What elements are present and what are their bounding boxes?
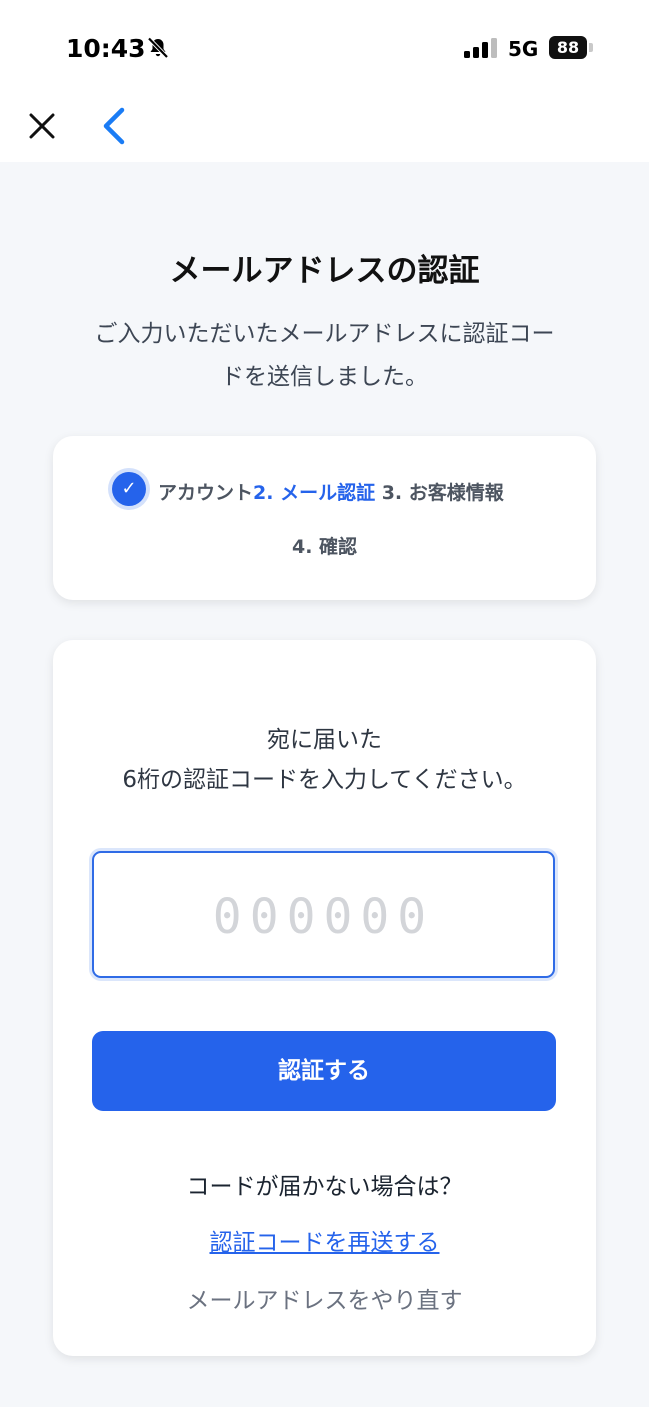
battery-tip: [589, 43, 593, 52]
resend-code-link[interactable]: 認証コードを再送する: [53, 1223, 596, 1257]
steps-row: アカウント2. メール認証 3. お客様情報: [158, 478, 504, 505]
instruction-line-2: 6桁の認証コードを入力してください。: [122, 767, 527, 793]
subtitle-line-1: ご入力いただいたメールアドレスに認証コー: [94, 321, 555, 347]
verify-button[interactable]: 認証する: [92, 1031, 556, 1111]
page-title: メールアドレスの認証: [169, 253, 480, 289]
bell-slash-icon: [146, 36, 170, 64]
nav-bar: [0, 92, 649, 162]
verification-code-input[interactable]: 000000: [92, 851, 555, 978]
status-bar: 10:43 5G 88: [0, 0, 649, 92]
status-time: 10:43: [66, 34, 146, 63]
subtitle-line-2: ドを送信しました。: [221, 364, 428, 390]
step-confirm: 4. 確認: [291, 536, 358, 558]
signal-icon: [464, 38, 498, 62]
verification-card: 宛に届いた 6桁の認証コードを入力してください。 000000 認証する コード…: [53, 640, 596, 1356]
no-code-text: コードが届かない場合は？: [186, 1174, 463, 1200]
check-icon: ✓: [112, 472, 146, 506]
instructions: 宛に届いた 6桁の認証コードを入力してください。: [53, 720, 596, 800]
instruction-line-1: 宛に届いた: [267, 727, 382, 753]
close-button[interactable]: [26, 110, 58, 142]
chevron-left-icon: [103, 107, 125, 145]
page-subtitle: ご入力いただいたメールアドレスに認証コー ドを送信しました。: [50, 313, 599, 399]
code-placeholder: 000000: [212, 889, 435, 945]
step-customer-info: 3. お客様情報: [381, 482, 504, 504]
battery-icon: 88: [549, 36, 587, 59]
step-account: アカウント: [158, 482, 254, 504]
close-icon: [29, 113, 55, 139]
step-email-verification: 2. メール認証: [253, 482, 376, 504]
progress-steps-card: ✓ アカウント2. メール認証 3. お客様情報 4. 確認: [53, 436, 596, 600]
network-type: 5G: [508, 37, 539, 61]
back-button[interactable]: [98, 106, 130, 146]
redo-email-link[interactable]: メールアドレスをやり直す: [53, 1281, 596, 1315]
